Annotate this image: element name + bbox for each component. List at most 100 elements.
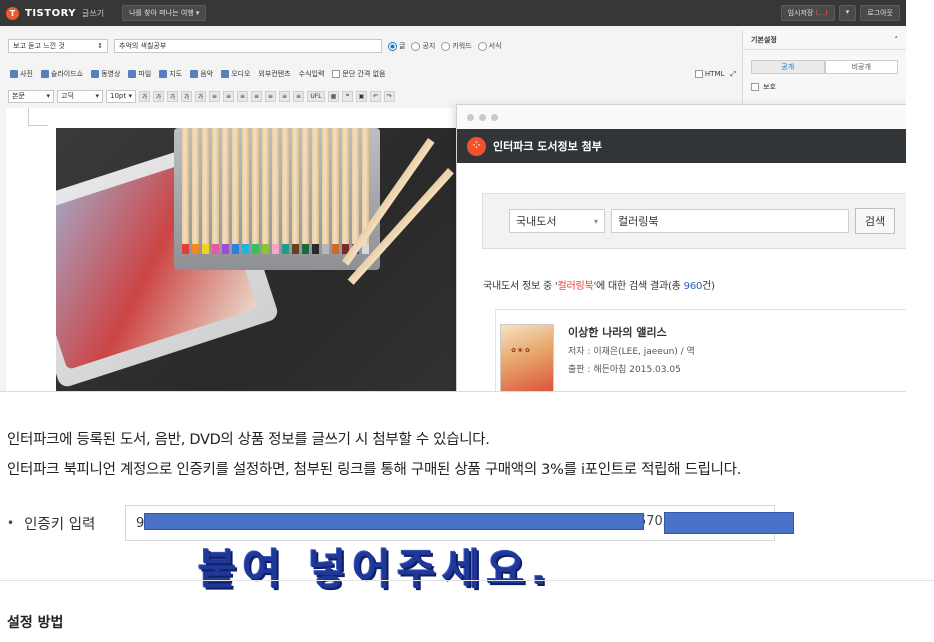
attach-label: 동영상 (101, 70, 121, 78)
book-search-button[interactable]: 검색 (855, 208, 895, 234)
pencil-tip (202, 244, 209, 254)
pencil-tip (242, 244, 249, 254)
expand-icon[interactable]: ⤢ (730, 70, 736, 79)
attach-label: 슬라이드쇼 (50, 70, 84, 78)
pencil (322, 128, 329, 254)
table-icon[interactable]: ▦ (328, 90, 339, 102)
checkbox-icon (751, 83, 759, 91)
tab-private[interactable]: 비공개 (824, 60, 898, 74)
radio-on-icon (388, 41, 397, 51)
paragraph-spacing-toggle[interactable]: 문단 간격 없음 (332, 69, 385, 79)
pencil-tip (332, 244, 339, 254)
attach-label: 오디오 (231, 70, 251, 78)
quote-icon[interactable]: ❝ (342, 90, 353, 102)
chevron-up-icon: ˄ (894, 35, 899, 44)
pencil-tip (302, 244, 309, 254)
blog-select[interactable]: 나를 찾아 떠나는 여행 ▾ (122, 5, 207, 21)
font-select[interactable]: 고딕 ▾ (57, 89, 103, 103)
video-icon (91, 70, 100, 78)
bold-button[interactable]: 가 (139, 90, 150, 102)
checkbox-icon (332, 70, 341, 78)
attach-map[interactable]: 지도 (159, 69, 182, 79)
pencil (312, 128, 319, 254)
font-color-button[interactable]: 가 (195, 90, 206, 102)
attach-label: 외부컨텐츠 (258, 70, 291, 78)
radio-notice[interactable]: 공지 (411, 41, 435, 51)
pencil-tip (182, 244, 189, 254)
modal-body: 국내도서 ▾ 컬러링북 검색 국내도서 정보 중 '컬러링북'에 대한 검색 결… (457, 163, 906, 391)
underline-button[interactable]: 가 (153, 90, 164, 102)
logout-button[interactable]: 로그아웃 (860, 5, 900, 21)
sidebar-header[interactable]: 기본설정 ˄ (743, 30, 906, 50)
pencil-tip (362, 244, 369, 254)
protect-option[interactable]: 보호 (751, 82, 898, 92)
maximize-dot-icon[interactable] (491, 113, 498, 121)
italic-button[interactable]: 가 (167, 90, 178, 102)
book-search-input[interactable]: 컬러링북 (611, 209, 849, 233)
outdent-button[interactable]: ≡ (279, 90, 290, 102)
list-button[interactable]: ≡ (293, 90, 304, 102)
pencil-tip (292, 244, 299, 254)
radio-label: 서식 (488, 42, 502, 50)
book-category-select[interactable]: 국내도서 ▾ (509, 209, 605, 233)
book-title[interactable]: 이상한 나라의 앨리스 (568, 324, 667, 340)
align-left-button[interactable]: ≡ (209, 90, 220, 102)
align-right-button[interactable]: ≡ (237, 90, 248, 102)
chevron-down-icon: ▾ (46, 92, 50, 100)
book-cover-image: ✿ ❀ ✿ (500, 324, 554, 391)
pencil-tip (212, 244, 219, 254)
url-button[interactable]: UFL (307, 90, 325, 102)
attach-slideshow[interactable]: 슬라이드쇼 (40, 69, 84, 79)
blog-select-label: 나를 찾아 떠나는 여행 (129, 9, 194, 17)
pencil (352, 128, 359, 254)
radio-keyword[interactable]: 키워드 (441, 41, 472, 51)
pencil (292, 128, 299, 254)
title-input[interactable]: 추억의 색칠공부 (114, 39, 382, 53)
attach-label: 수식입력 (298, 70, 325, 78)
minimize-dot-icon[interactable] (479, 113, 486, 121)
style-value: 본문 (12, 92, 25, 100)
font-size-select[interactable]: 10pt ▾ (106, 89, 136, 103)
category-value: 보고 듣고 느낀 것 (13, 42, 65, 50)
paragraph-style-select[interactable]: 본문 ▾ (8, 89, 54, 103)
attach-photo[interactable]: 사진 (10, 69, 33, 79)
align-justify-button[interactable]: ≡ (251, 90, 262, 102)
attach-audio[interactable]: 오디오 (221, 69, 250, 79)
file-icon (128, 70, 137, 78)
topbar-right: 임시저장 (...) ▾ 로그아웃 (780, 5, 900, 21)
image-icon[interactable]: ▣ (356, 90, 367, 102)
result-keyword: 컬러링북 (557, 281, 594, 292)
page-root: T TISTORY 글쓰기 나를 찾아 떠나는 여행 ▾ 임시저장 (...) … (0, 0, 934, 642)
category-select[interactable]: 보고 듣고 느낀 것 ⇕ (8, 39, 108, 53)
modal-title: 인터파크 도서정보 첨부 (493, 140, 602, 153)
attach-formula[interactable]: 수식입력 (299, 69, 325, 79)
radio-template[interactable]: 서식 (477, 41, 502, 51)
radio-off-icon (411, 41, 421, 51)
book-result-item[interactable]: ✿ ❀ ✿ 이상한 나라의 앨리스 저자 : 이재은(LEE, jaeeun) … (495, 309, 906, 391)
attach-external[interactable]: 외부컨텐츠 (258, 69, 290, 79)
pencil (272, 128, 279, 254)
html-toggle[interactable]: HTML (694, 70, 724, 78)
setup-section-title: 설정 방법 (7, 615, 64, 631)
editor-topbar: T TISTORY 글쓰기 나를 찾아 떠나는 여행 ▾ 임시저장 (...) … (0, 0, 906, 26)
close-dot-icon[interactable] (467, 113, 474, 121)
tab-public[interactable]: 공개 (751, 60, 825, 74)
pencil (212, 128, 219, 254)
pencils-photo (56, 128, 476, 391)
undo-icon[interactable]: ↶ (370, 90, 381, 102)
align-center-button[interactable]: ≡ (223, 90, 234, 102)
interpark-book-modal: ⁘ 인터파크 도서정보 첨부 국내도서 ▾ 컬러링북 검색 국내도서 정보 중 … (456, 104, 906, 391)
pencil-tip (312, 244, 319, 254)
draft-button[interactable]: 임시저장 (...) (780, 5, 835, 21)
section-divider (0, 580, 934, 581)
draft-dropdown-button[interactable]: ▾ (838, 5, 857, 21)
redo-icon[interactable]: ↷ (384, 90, 395, 102)
attach-video[interactable]: 동영상 (91, 69, 120, 79)
radio-post[interactable]: 글 (388, 41, 405, 51)
sidebar-title: 기본설정 (751, 35, 777, 44)
pencil-tip (192, 244, 199, 254)
attach-file[interactable]: 파일 (128, 69, 151, 79)
indent-button[interactable]: ≡ (265, 90, 276, 102)
strike-button[interactable]: 가 (181, 90, 192, 102)
attach-music[interactable]: 음악 (190, 69, 213, 79)
